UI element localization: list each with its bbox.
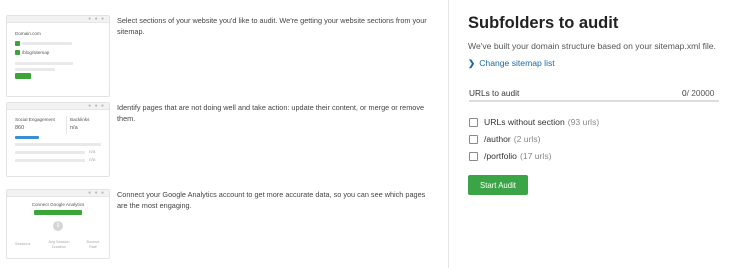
mock-na-1: n/a bbox=[89, 149, 96, 154]
checkbox[interactable] bbox=[469, 134, 478, 144]
checkbox[interactable] bbox=[469, 117, 478, 127]
urls-count: 0/ 20000 bbox=[682, 88, 714, 98]
mock-metric-duration: Avg Session Duration bbox=[48, 240, 70, 249]
step-1-illustration: ● ● ● Domain.com /blog/sitemap bbox=[6, 15, 110, 97]
step-1-text: Select sections of your website you'd li… bbox=[117, 16, 427, 36]
change-sitemap-link[interactable]: ❯ Change sitemap list bbox=[468, 58, 555, 69]
mock-blue-bar bbox=[15, 136, 39, 139]
urls-total: / 20000 bbox=[686, 88, 715, 98]
mock-metric-bounce: Bounce Rate bbox=[86, 240, 100, 249]
checkbox[interactable] bbox=[469, 151, 478, 161]
placeholder-bar bbox=[15, 62, 73, 65]
step-2-text: Identify pages that are not doing well a… bbox=[117, 103, 425, 123]
step-3-text: Connect your Google Analytics account to… bbox=[117, 190, 426, 210]
mock-metric-sessions: Sessions bbox=[15, 242, 31, 246]
mock-green-button bbox=[15, 73, 31, 79]
mock-column-divider bbox=[66, 116, 67, 134]
subfolder-name: /author bbox=[484, 134, 511, 144]
subfolder-row[interactable]: /portfolio (17 urls) bbox=[469, 151, 552, 161]
window-dots-icon: ● ● ● bbox=[88, 190, 105, 196]
subfolder-count: (2 urls) bbox=[513, 134, 541, 144]
mock-na-2: n/a bbox=[89, 157, 96, 162]
subfolder-name: URLs without section bbox=[484, 117, 565, 127]
checked-checkbox-icon bbox=[15, 50, 20, 55]
panel-divider bbox=[448, 0, 449, 268]
mock-domain-label: Domain.com bbox=[15, 31, 41, 36]
mock-path-label: /blog/sitemap bbox=[22, 50, 50, 55]
placeholder-bar bbox=[15, 68, 55, 71]
mock-col2-value: n/a bbox=[70, 125, 78, 131]
window-bar: ● ● ● bbox=[7, 16, 109, 23]
placeholder-bar bbox=[15, 143, 101, 146]
change-sitemap-label: Change sitemap list bbox=[479, 58, 555, 68]
placeholder-bar bbox=[15, 159, 85, 162]
window-dots-icon: ● ● ● bbox=[88, 103, 105, 109]
mock-checkbox-row-2: /blog/sitemap bbox=[15, 50, 49, 55]
mock-ga-title: Connect Google Analytics bbox=[31, 202, 85, 207]
placeholder-bar bbox=[22, 42, 72, 45]
mock-checkbox-row-1 bbox=[15, 41, 72, 46]
subfolder-name: /portfolio bbox=[484, 151, 517, 161]
checked-checkbox-icon bbox=[15, 41, 20, 46]
step-3-illustration: ● ● ● Connect Google Analytics i Session… bbox=[6, 189, 110, 259]
urls-to-audit-label: URLs to audit bbox=[469, 88, 520, 98]
mock-col2-label: Backlinks bbox=[70, 117, 90, 122]
urls-progress-track bbox=[469, 100, 719, 102]
placeholder-bar bbox=[15, 151, 85, 154]
subfolder-row[interactable]: /author (2 urls) bbox=[469, 134, 541, 144]
subfolder-count: (17 urls) bbox=[519, 151, 552, 161]
panel-description: We've built your domain structure based … bbox=[468, 41, 716, 51]
window-bar: ● ● ● bbox=[7, 190, 109, 197]
subfolder-count: (93 urls) bbox=[567, 117, 600, 127]
mock-col1-value: 860 bbox=[15, 125, 25, 131]
start-audit-button[interactable]: Start Audit bbox=[468, 175, 528, 195]
chevron-right-icon: ❯ bbox=[468, 58, 476, 68]
mock-col1-label: Social Engagement bbox=[15, 117, 55, 122]
mock-green-button bbox=[34, 210, 82, 215]
window-dots-icon: ● ● ● bbox=[88, 16, 105, 22]
step-2-illustration: ● ● ● Social Engagement Backlinks 860 n/… bbox=[6, 102, 110, 177]
info-circle-icon: i bbox=[53, 221, 63, 231]
window-bar: ● ● ● bbox=[7, 103, 109, 110]
subfolder-row[interactable]: URLs without section (93 urls) bbox=[469, 117, 599, 127]
panel-title: Subfolders to audit bbox=[468, 14, 619, 32]
